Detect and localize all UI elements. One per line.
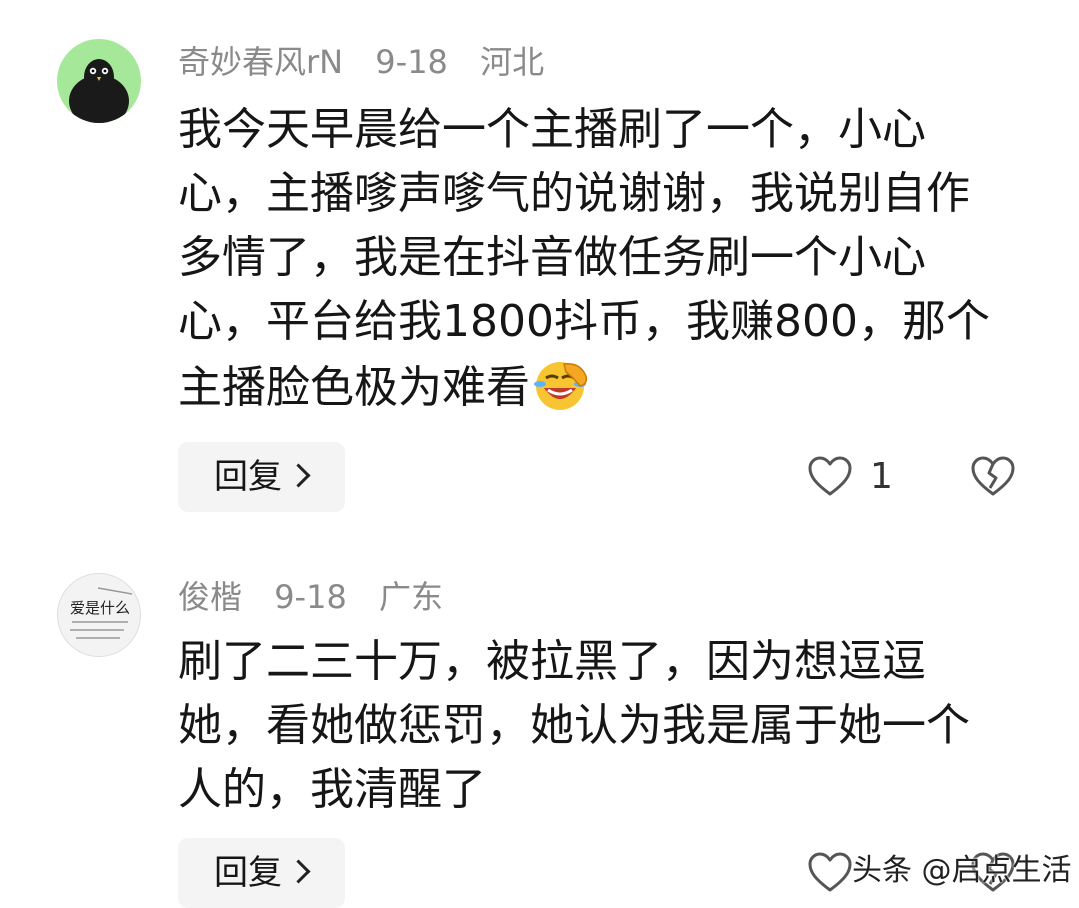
reply-button[interactable]: 回复: [178, 442, 345, 512]
comment-location: 广东: [378, 578, 443, 616]
dislike-button[interactable]: [968, 452, 1018, 502]
heart-icon: [808, 852, 852, 892]
laughing-crying-face-emoji-icon: [534, 362, 588, 410]
comment-location: 河北: [480, 43, 545, 81]
avatar[interactable]: 爱是什么: [57, 573, 141, 657]
avatar[interactable]: [57, 39, 141, 123]
reply-label: 回复: [214, 853, 282, 893]
username[interactable]: 俊楷: [178, 578, 242, 616]
comment-date: 9-18: [375, 43, 448, 81]
comment-text: 我今天早晨给一个主播刷了一个，小心心，主播嗲声嗲气的说谢谢，我说别自作多情了，我…: [178, 98, 1008, 420]
comment-meta: 奇妙春风rN 9-18 河北: [178, 42, 566, 82]
like-button[interactable]: [805, 848, 855, 898]
avatar-text: 爱是什么: [70, 599, 130, 617]
comment-date: 9-18: [274, 578, 347, 616]
reply-button[interactable]: 回复: [178, 838, 345, 908]
like-count: 1: [870, 456, 893, 497]
reply-label: 回复: [214, 457, 282, 497]
black-bird-avatar-icon: [57, 39, 141, 123]
watermark: 头条 @启点生活: [852, 853, 1072, 888]
chevron-right-icon: [286, 859, 311, 884]
chevron-right-icon: [286, 463, 311, 488]
comment-meta: 俊楷 9-18 广东: [178, 577, 465, 617]
broken-heart-icon: [971, 456, 1015, 496]
heart-icon: [808, 456, 852, 496]
username[interactable]: 奇妙春风rN: [178, 43, 343, 81]
like-button[interactable]: [805, 452, 855, 502]
comment-text: 刷了二三十万，被拉黑了，因为想逗逗她，看她做惩罚，她认为我是属于她一个人的，我清…: [178, 636, 970, 815]
handwriting-avatar-icon: 爱是什么: [58, 574, 140, 656]
